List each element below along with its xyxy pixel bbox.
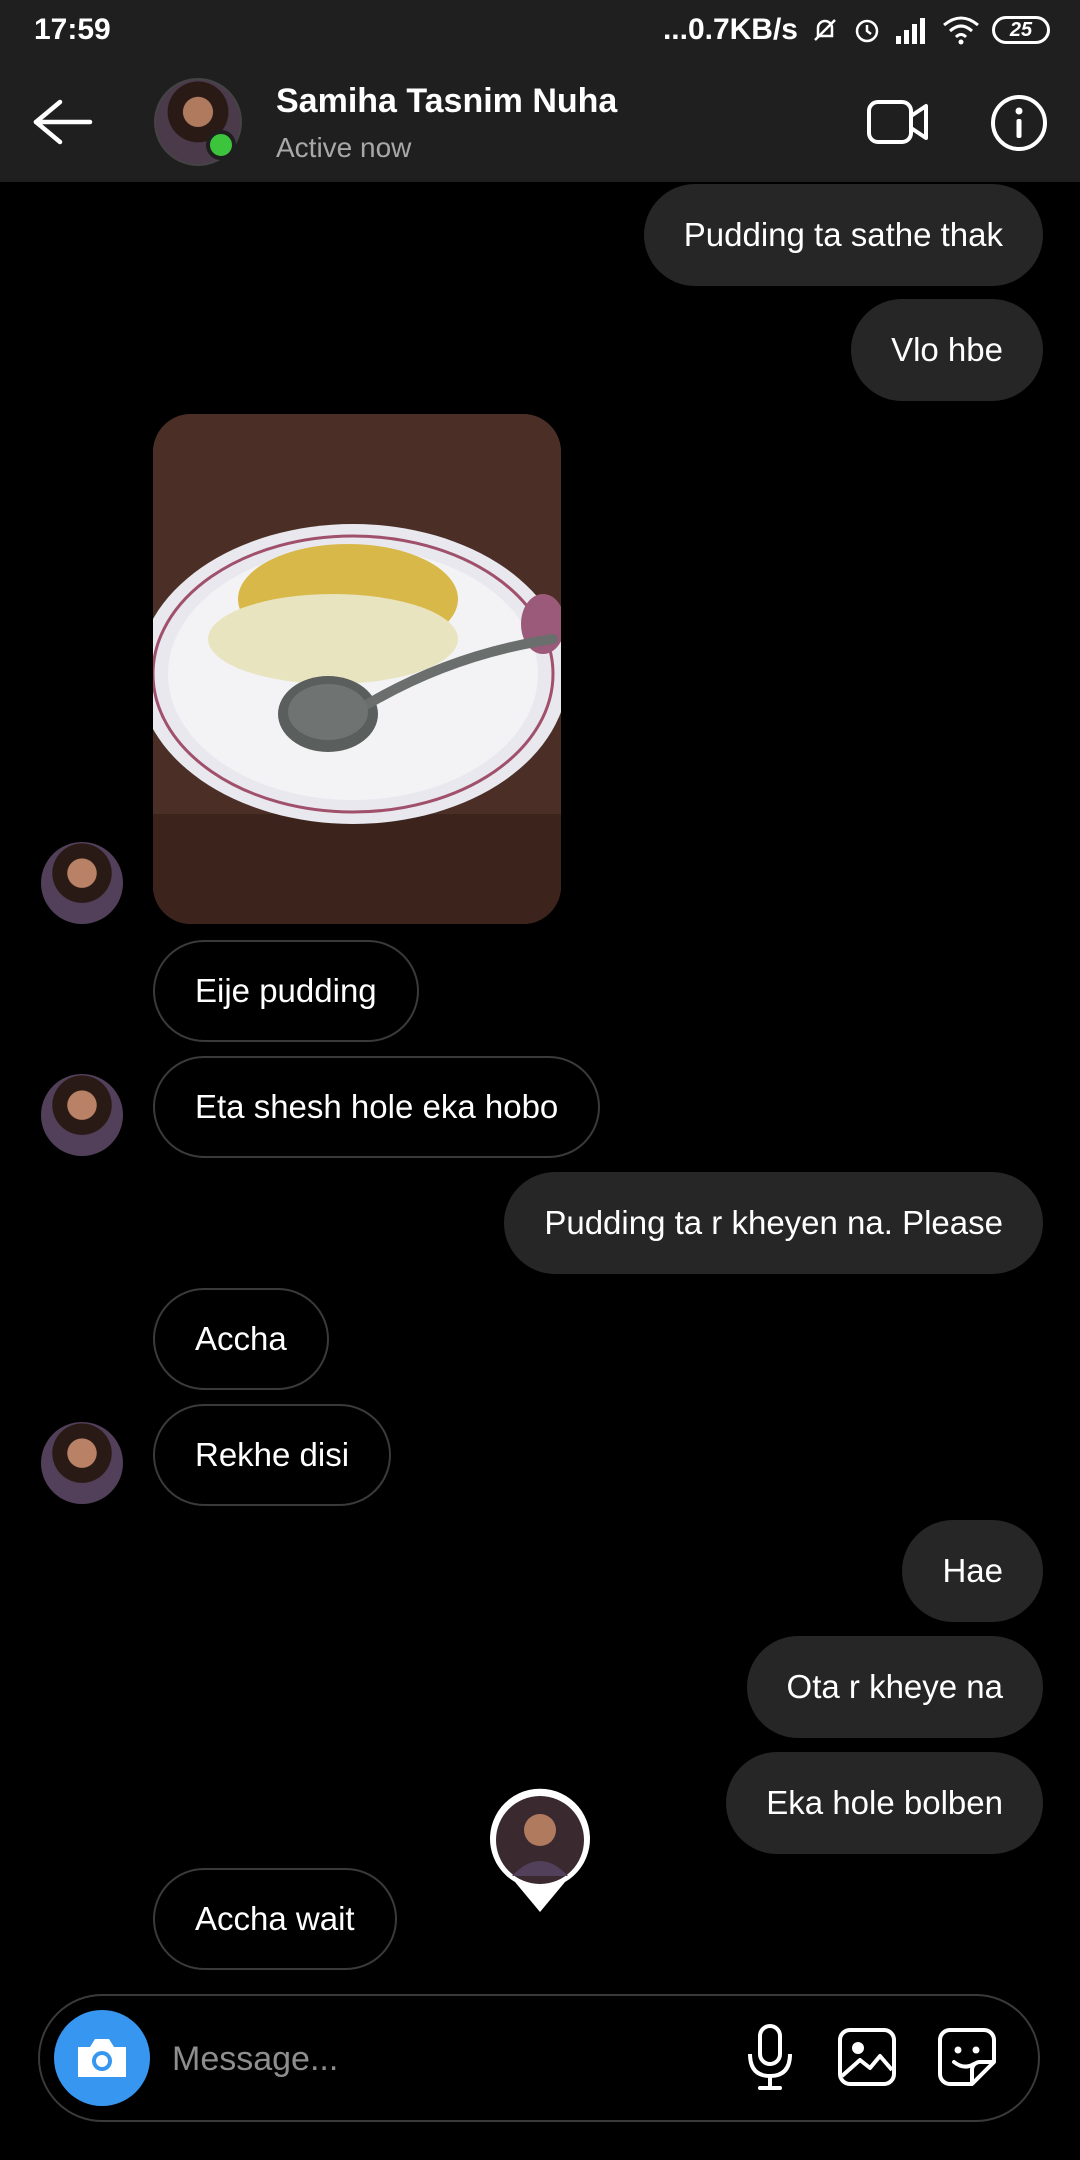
camera-button[interactable] <box>54 2010 150 2106</box>
sticker-button[interactable] <box>936 2026 998 2088</box>
pudding-photo <box>153 414 561 924</box>
mute-bell-icon <box>810 15 840 45</box>
video-camera-icon <box>867 100 928 144</box>
signal-icon <box>894 16 930 44</box>
status-icons: ...0.7KB/s 25 <box>663 13 1050 47</box>
message-input[interactable] <box>170 2026 734 2092</box>
message-bubble-sent[interactable]: Ota r kheye na <box>746 1636 1043 1738</box>
contact-name[interactable]: Samiha Tasnim Nuha <box>276 82 617 121</box>
message-bubble-sent[interactable]: Hae <box>902 1520 1043 1622</box>
sender-avatar[interactable] <box>41 842 123 924</box>
gallery-button[interactable] <box>836 2026 898 2088</box>
status-time: 17:59 <box>34 13 111 46</box>
status-bar: 17:59 ...0.7KB/s 25 <box>0 0 1080 60</box>
gallery-icon <box>838 2028 896 2086</box>
sticker-icon <box>938 2028 996 2086</box>
info-icon <box>991 95 1047 151</box>
photo-message[interactable] <box>153 414 561 924</box>
message-bubble-received[interactable]: Eta shesh hole eka hobo <box>153 1056 601 1158</box>
back-button[interactable] <box>30 98 94 146</box>
message-bubble-received[interactable]: Eije pudding <box>153 940 419 1042</box>
message-bubble-sent[interactable]: Pudding ta r kheyen na. Please <box>504 1172 1043 1274</box>
message-bubble-sent[interactable]: Vlo hbe <box>851 299 1043 401</box>
wifi-icon <box>942 15 980 45</box>
back-arrow-icon <box>33 99 93 145</box>
contact-status: Active now <box>276 132 412 163</box>
video-call-button[interactable] <box>866 96 930 148</box>
message-bubble-sent[interactable]: Pudding ta sathe thak <box>643 184 1043 286</box>
message-bubble-sent[interactable]: Eka hole bolben <box>726 1752 1043 1854</box>
battery-icon: 25 <box>992 16 1050 44</box>
chat-header: Samiha Tasnim Nuha Active now <box>0 60 1080 182</box>
online-indicator <box>206 130 236 160</box>
message-bubble-received[interactable]: Accha wait <box>153 1868 397 1970</box>
sender-avatar[interactable] <box>41 1422 123 1504</box>
alarm-icon <box>852 15 882 45</box>
voice-message-button[interactable] <box>740 2022 800 2092</box>
seen-indicator-avatar <box>487 1786 593 1914</box>
message-bubble-received[interactable]: Rekhe disi <box>153 1404 392 1506</box>
microphone-icon <box>748 2024 792 2090</box>
sender-avatar[interactable] <box>41 1074 123 1156</box>
network-speed: ...0.7KB/s <box>662 13 798 46</box>
camera-icon <box>78 2039 126 2077</box>
info-button[interactable] <box>990 94 1048 152</box>
message-composer <box>38 1994 1040 2122</box>
message-bubble-received[interactable]: Accha <box>153 1288 329 1390</box>
